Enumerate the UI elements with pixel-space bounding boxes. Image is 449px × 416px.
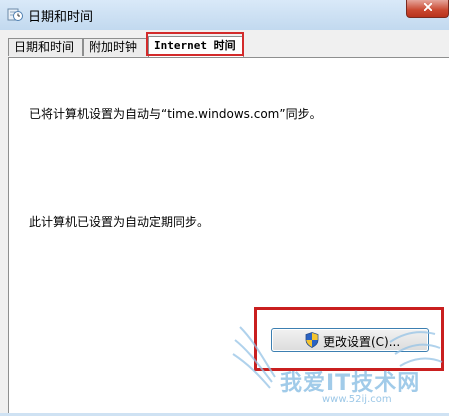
dialog-body: 日期和时间 附加时钟 Internet 时间 已将计算机设置为自动与“time.…	[0, 30, 449, 413]
tab-date-time[interactable]: 日期和时间	[8, 38, 83, 56]
sync-status-text: 已将计算机设置为自动与“time.windows.com”同步。	[29, 107, 322, 121]
clock-app-icon	[7, 8, 23, 21]
change-settings-label: 更改设置(C)...	[323, 335, 401, 349]
window-title: 日期和时间	[28, 10, 94, 25]
window-close-button[interactable]	[406, 0, 449, 18]
change-settings-button[interactable]: 更改设置(C)...	[271, 328, 429, 352]
tab-panel: 已将计算机设置为自动与“time.windows.com”同步。 此计算机已设置…	[8, 57, 449, 413]
uac-shield-icon	[305, 332, 319, 348]
schedule-status-text: 此计算机已设置为自动定期同步。	[29, 215, 210, 229]
window-titlebar: 日期和时间	[0, 0, 449, 30]
tab-additional-clocks[interactable]: 附加时钟	[83, 38, 148, 56]
tab-highlight-box	[146, 32, 244, 56]
